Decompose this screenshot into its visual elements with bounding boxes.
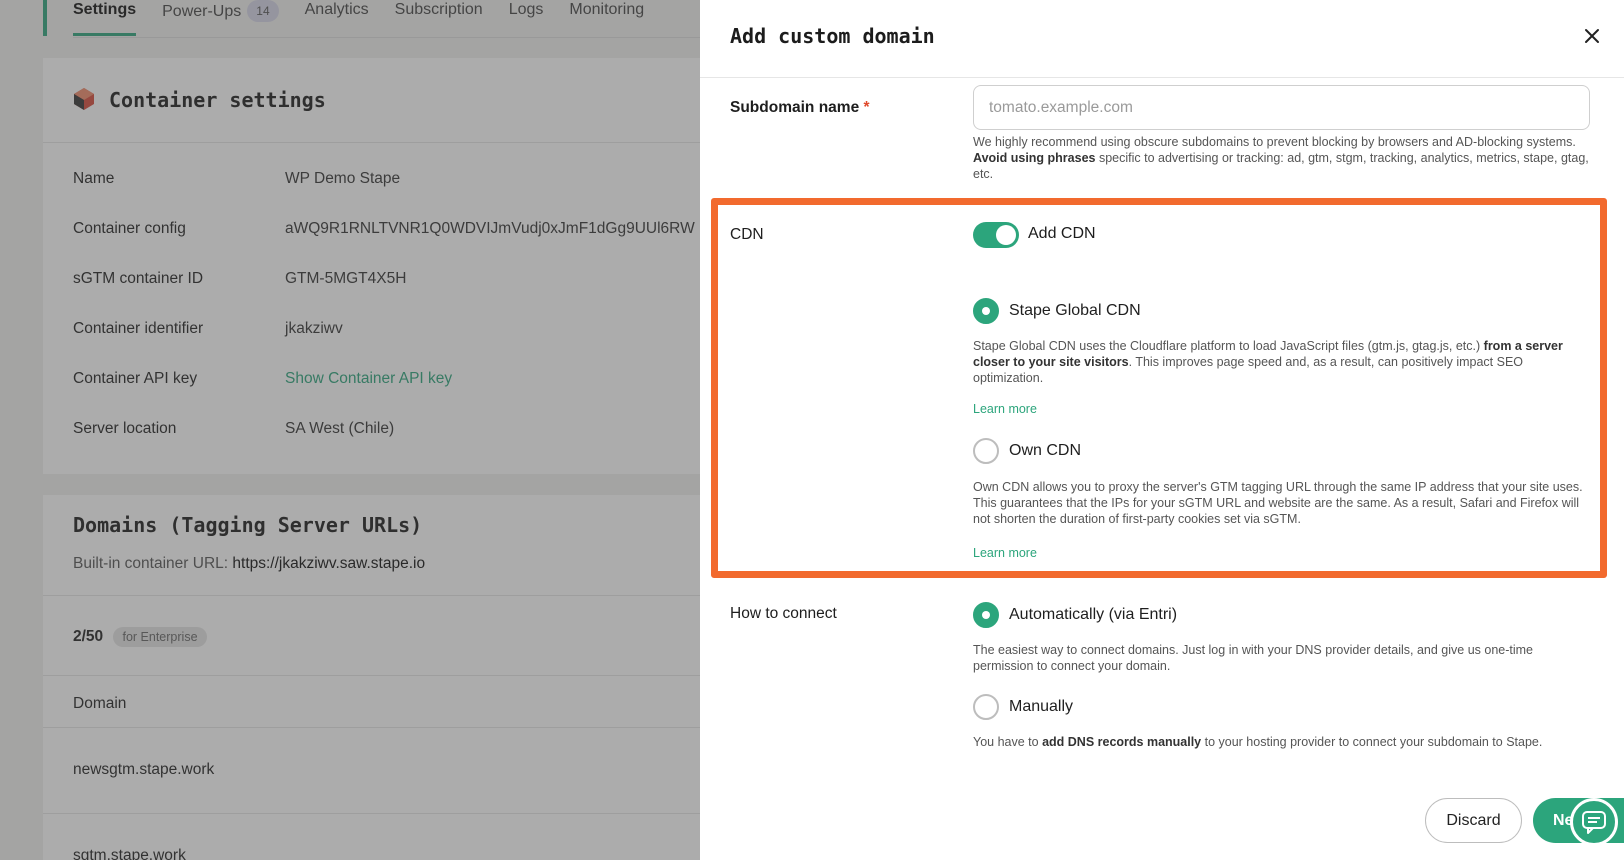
chat-widget-button[interactable] [1570, 798, 1618, 846]
radio-empty-icon [973, 438, 999, 464]
add-cdn-label: Add CDN [1028, 225, 1096, 242]
subdomain-label-row: Subdomain name * [730, 99, 870, 117]
cdn-label: CDN [730, 226, 764, 243]
manual-connect-label: Manually [1009, 698, 1074, 715]
subdomain-label: Subdomain name [730, 99, 860, 116]
automatic-connect-option[interactable]: Automatically (via Entri) [973, 602, 1177, 628]
manual-help-text-2: to your hosting provider to connect your… [1204, 735, 1543, 749]
manual-help-bold: add DNS records manually [1042, 735, 1202, 749]
add-cdn-toggle[interactable] [973, 222, 1019, 248]
subdomain-help-text-1: We highly recommend using obscure subdom… [973, 135, 1576, 149]
modal-backdrop[interactable] [0, 0, 700, 860]
radio-selected-icon [973, 602, 999, 628]
required-mark: * [863, 99, 870, 116]
own-cdn-option[interactable]: Own CDN [973, 438, 1081, 464]
own-cdn-label: Own CDN [1009, 442, 1082, 459]
manual-help-text-1: You have to [973, 735, 1039, 749]
discard-button[interactable]: Discard [1425, 798, 1522, 843]
stape-global-cdn-option[interactable]: Stape Global CDN [973, 298, 1141, 324]
add-custom-domain-drawer: Add custom domain Subdomain name * We hi… [700, 0, 1624, 860]
learn-more-link[interactable]: Learn more [973, 546, 1037, 560]
radio-selected-icon [973, 298, 999, 324]
subdomain-help: We highly recommend using obscure subdom… [973, 134, 1590, 182]
manual-connect-help: You have to add DNS records manually to … [973, 734, 1590, 750]
learn-more-link[interactable]: Learn more [973, 402, 1037, 416]
stape-cdn-help-text-1: Stape Global CDN uses the Cloudflare pla… [973, 339, 1481, 353]
drawer-header: Add custom domain [700, 0, 1624, 78]
subdomain-input[interactable] [973, 85, 1590, 130]
chat-icon [1582, 811, 1606, 834]
toggle-knob [996, 225, 1016, 245]
drawer-title: Add custom domain [730, 24, 935, 48]
subdomain-help-bold: Avoid using phrases [973, 151, 1096, 165]
manual-connect-option[interactable]: Manually [973, 694, 1073, 720]
how-to-connect-label: How to connect [730, 605, 837, 622]
stape-global-cdn-label: Stape Global CDN [1009, 302, 1141, 319]
radio-empty-icon [973, 694, 999, 720]
automatic-connect-label: Automatically (via Entri) [1009, 606, 1178, 623]
stape-cdn-help: Stape Global CDN uses the Cloudflare pla… [973, 338, 1590, 386]
close-icon[interactable] [1580, 24, 1604, 48]
own-cdn-help: Own CDN allows you to proxy the server's… [973, 480, 1583, 526]
auto-connect-help: The easiest way to connect domains. Just… [973, 643, 1533, 673]
